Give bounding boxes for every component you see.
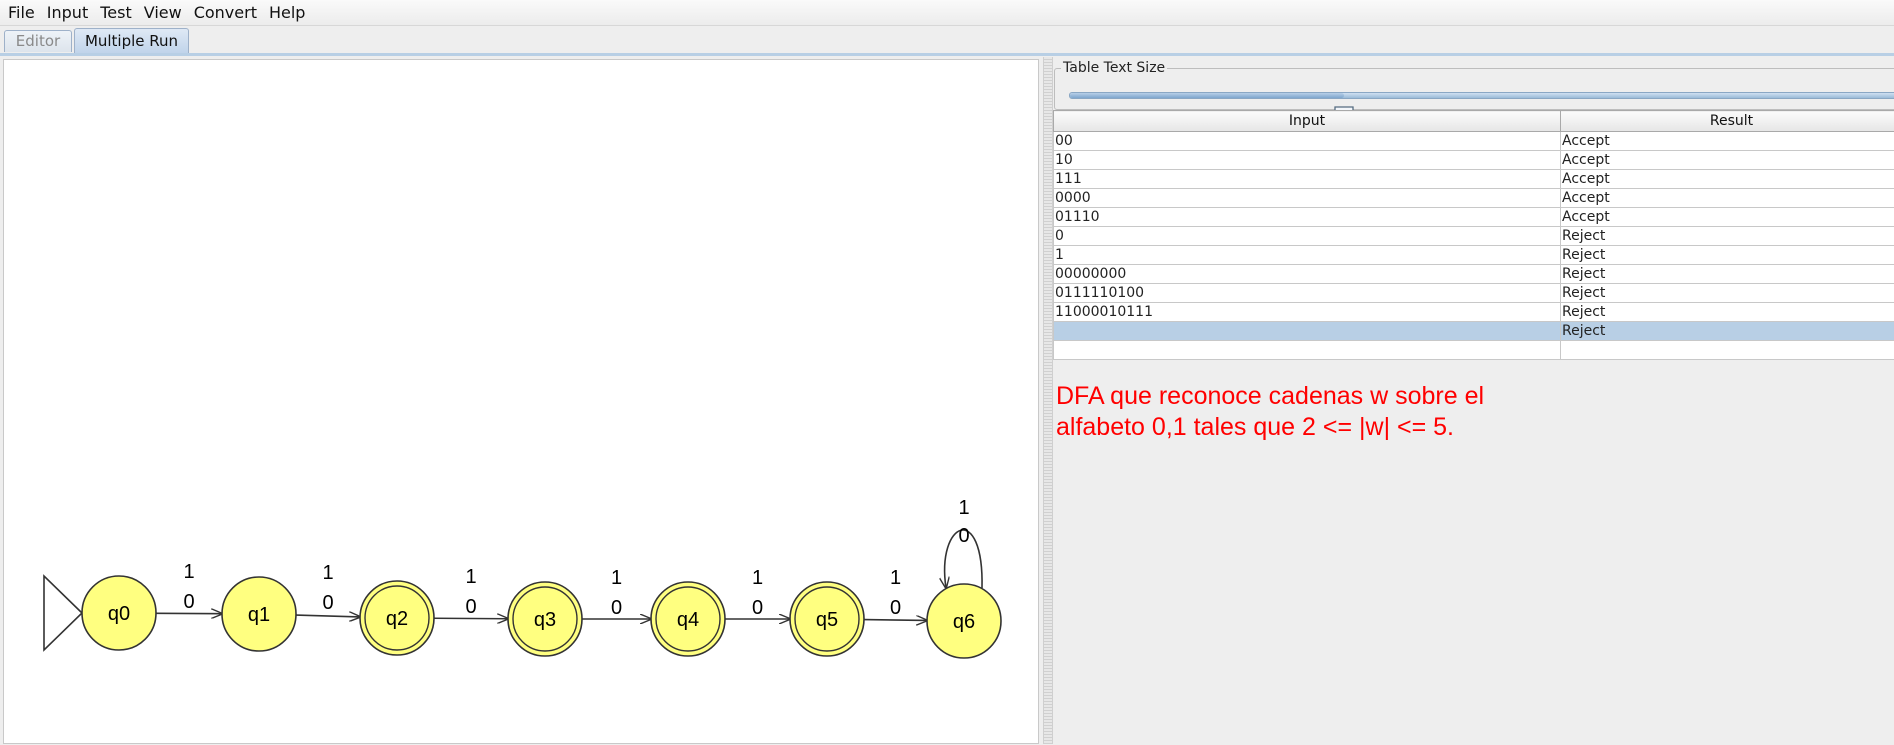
menu-bar: File Input Test View Convert Help xyxy=(0,0,1894,26)
table-row[interactable]: 0111110100Reject xyxy=(1054,284,1894,303)
state-label: q5 xyxy=(816,609,838,631)
table-row[interactable]: 00Accept xyxy=(1054,132,1894,151)
transition-label: 1 xyxy=(958,497,969,519)
state-label: q4 xyxy=(677,609,699,631)
input-cell[interactable] xyxy=(1054,341,1561,360)
menu-file[interactable]: File xyxy=(2,0,41,26)
transition-label: 1 xyxy=(611,567,622,589)
state-label: q6 xyxy=(953,611,975,633)
state-q6[interactable]: q6 xyxy=(927,584,1001,658)
result-cell[interactable]: Reject xyxy=(1561,227,1894,246)
table-row[interactable]: 00000000Reject xyxy=(1054,265,1894,284)
result-cell[interactable]: Accept xyxy=(1561,208,1894,227)
input-cell[interactable]: 00000000 xyxy=(1054,265,1561,284)
tab-editor[interactable]: Editor xyxy=(4,30,72,52)
result-cell[interactable]: Accept xyxy=(1561,170,1894,189)
transition-label: 1 xyxy=(183,561,194,583)
result-cell[interactable]: Reject xyxy=(1561,265,1894,284)
table-row[interactable]: 10Accept xyxy=(1054,151,1894,170)
split-pane-divider[interactable] xyxy=(1043,57,1053,744)
initial-state-arrow xyxy=(44,576,82,650)
transition-label: 1 xyxy=(890,567,901,589)
tab-multiple-run[interactable]: Multiple Run xyxy=(74,28,189,54)
state-q4[interactable]: q4 xyxy=(651,582,725,656)
result-cell[interactable]: Reject xyxy=(1561,322,1894,341)
table-header-row: Input Result xyxy=(1054,111,1894,132)
input-cell[interactable]: 0 xyxy=(1054,227,1561,246)
input-cell[interactable]: 11000010111 xyxy=(1054,303,1561,322)
automaton-canvas[interactable]: 1 0 1 0 1 0 1 0 1 0 1 0 1 0 q0 q1 q2 q3 q4 q5 q6 xyxy=(3,59,1039,744)
input-cell[interactable]: 10 xyxy=(1054,151,1561,170)
automaton-diagram: 1 0 1 0 1 0 1 0 1 0 1 0 1 0 q0 q1 q2 q3 q4 q5 q6 xyxy=(4,60,1040,745)
input-cell[interactable]: 111 xyxy=(1054,170,1561,189)
transition-label: 0 xyxy=(465,596,476,618)
results-table[interactable]: Input Result 00Accept10Accept111Accept00… xyxy=(1053,110,1894,360)
transition-edge[interactable] xyxy=(296,615,360,617)
table-row[interactable]: Reject xyxy=(1054,322,1894,341)
state-q5[interactable]: q5 xyxy=(790,582,864,656)
result-cell[interactable]: Reject xyxy=(1561,284,1894,303)
table-row[interactable] xyxy=(1054,341,1894,360)
input-cell[interactable]: 0111110100 xyxy=(1054,284,1561,303)
table-text-size-group: Table Text Size xyxy=(1054,68,1894,110)
transition-label: 1 xyxy=(752,567,763,589)
result-cell[interactable]: Accept xyxy=(1561,132,1894,151)
transition-edge[interactable] xyxy=(434,618,508,619)
input-cell[interactable]: 1 xyxy=(1054,246,1561,265)
table-row[interactable]: 111Accept xyxy=(1054,170,1894,189)
state-q3[interactable]: q3 xyxy=(508,582,582,656)
result-cell[interactable]: Accept xyxy=(1561,151,1894,170)
tab-divider xyxy=(0,53,1894,56)
input-cell[interactable]: 0000 xyxy=(1054,189,1561,208)
transition-label: 1 xyxy=(322,562,333,584)
result-column-header[interactable]: Result xyxy=(1561,111,1894,132)
result-cell[interactable] xyxy=(1561,341,1894,360)
transition-label: 1 xyxy=(465,566,476,588)
menu-input[interactable]: Input xyxy=(41,0,94,26)
menu-test[interactable]: Test xyxy=(94,0,138,26)
transition-label: 0 xyxy=(183,591,194,613)
menu-view[interactable]: View xyxy=(138,0,188,26)
table-row[interactable]: 1Reject xyxy=(1054,246,1894,265)
slider-fill xyxy=(1070,93,1344,98)
input-cell[interactable]: 00 xyxy=(1054,132,1561,151)
transition-label: 0 xyxy=(958,525,969,547)
input-cell[interactable]: 01110 xyxy=(1054,208,1561,227)
table-text-size-label: Table Text Size xyxy=(1061,59,1167,77)
automaton-description: DFA que reconoce cadenas w sobre el alfa… xyxy=(1056,381,1596,443)
input-cell[interactable] xyxy=(1054,322,1561,341)
input-column-header[interactable]: Input xyxy=(1054,111,1561,132)
table-row[interactable]: 0000Accept xyxy=(1054,189,1894,208)
state-label: q0 xyxy=(108,603,130,625)
state-label: q3 xyxy=(534,609,556,631)
menu-help[interactable]: Help xyxy=(263,0,311,26)
table-row[interactable]: 01110Accept xyxy=(1054,208,1894,227)
state-label: q1 xyxy=(248,604,270,626)
table-row[interactable]: 11000010111Reject xyxy=(1054,303,1894,322)
transition-label: 0 xyxy=(322,592,333,614)
transition-label: 0 xyxy=(611,597,622,619)
result-cell[interactable]: Reject xyxy=(1561,246,1894,265)
table-text-size-slider[interactable] xyxy=(1069,92,1894,99)
result-cell[interactable]: Accept xyxy=(1561,189,1894,208)
state-q0[interactable]: q0 xyxy=(82,576,156,650)
result-cell[interactable]: Reject xyxy=(1561,303,1894,322)
menu-convert[interactable]: Convert xyxy=(188,0,263,26)
state-label: q2 xyxy=(386,608,408,630)
tab-bar: Editor Multiple Run xyxy=(0,28,1894,55)
transition-edge[interactable] xyxy=(864,620,927,621)
state-q2[interactable]: q2 xyxy=(360,581,434,655)
state-q1[interactable]: q1 xyxy=(222,577,296,651)
transition-label: 0 xyxy=(752,597,763,619)
table-row[interactable]: 0Reject xyxy=(1054,227,1894,246)
transition-label: 0 xyxy=(890,597,901,619)
